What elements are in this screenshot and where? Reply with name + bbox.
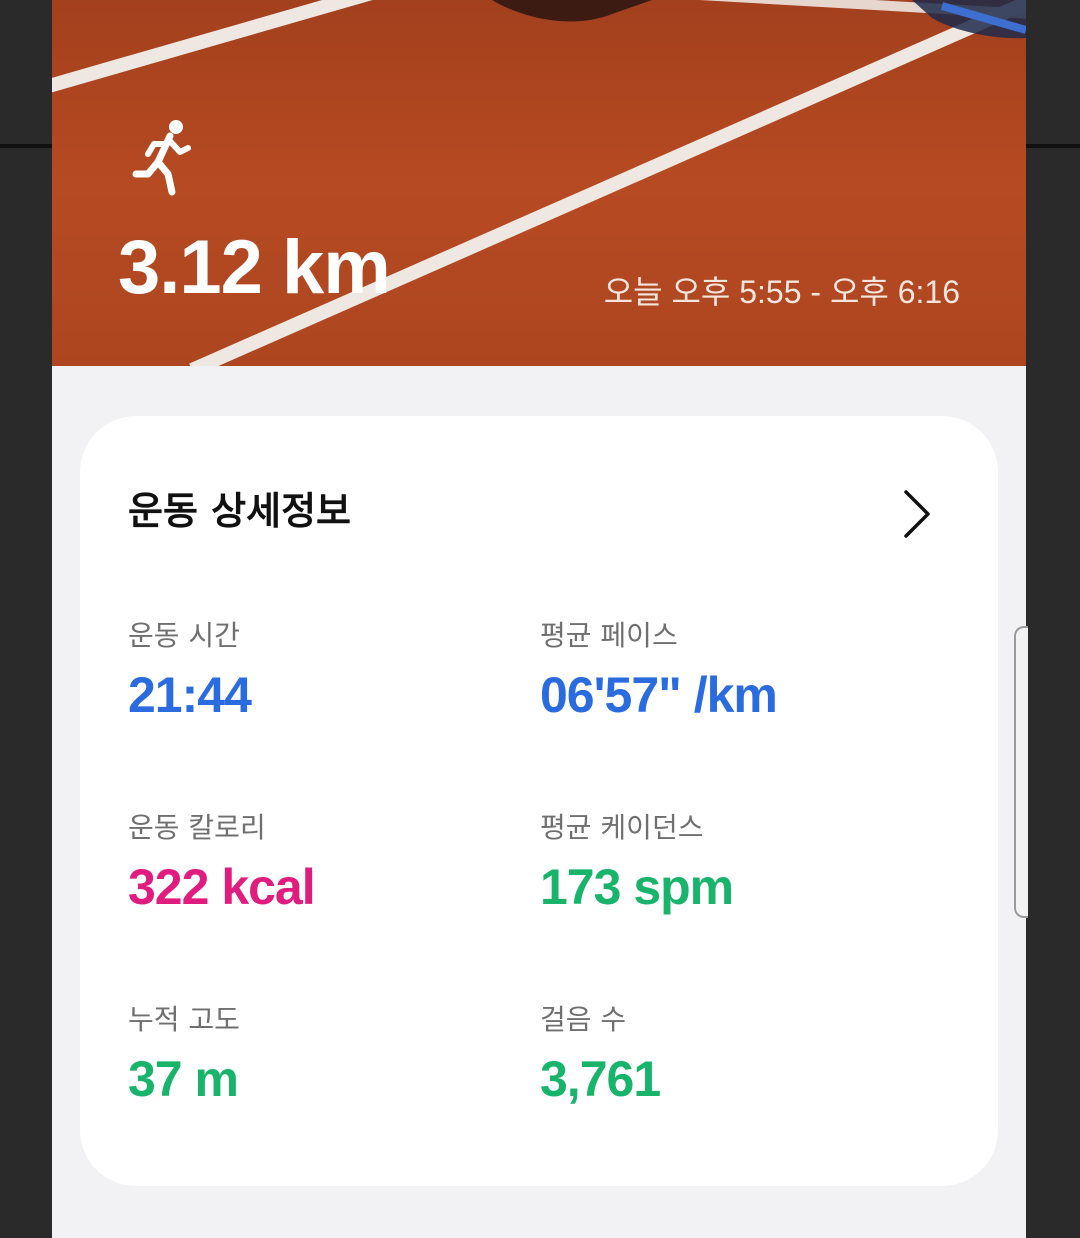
workout-details-card[interactable]: 운동 상세정보 운동 시간 21:44 평균 페이스 06'57" /km 운동… [80, 416, 998, 1186]
right-divider [1026, 144, 1080, 148]
distance-value: 3.12 km [118, 225, 391, 310]
stat-value: 3,761 [540, 1051, 661, 1107]
stat-label: 걸음 수 [540, 1003, 627, 1036]
left-divider [0, 144, 52, 148]
track-background-image [52, 0, 1026, 366]
stat-value: 173 spm [540, 859, 734, 915]
card-title: 운동 상세정보 [128, 489, 351, 533]
workout-screen: 3.12 km 오늘 오후 5:55 - 오후 6:16 운동 상세정보 운동 … [52, 0, 1026, 1238]
stat-calories: 운동 칼로리 322 kcal [128, 811, 528, 915]
running-person-icon [132, 120, 191, 196]
stat-duration: 운동 시간 21:44 [128, 619, 528, 723]
stat-value: 322 kcal [128, 859, 316, 915]
stat-label: 운동 시간 [128, 619, 240, 652]
stat-value: 37 m [128, 1051, 239, 1107]
stat-elevation-gain: 누적 고도 37 m [128, 1003, 528, 1107]
stat-label: 누적 고도 [128, 1003, 240, 1036]
stat-label: 평균 페이스 [540, 619, 678, 652]
stat-label: 운동 칼로리 [128, 811, 266, 844]
stat-value: 06'57" /km [540, 667, 778, 723]
stat-steps: 걸음 수 3,761 [540, 1003, 940, 1107]
edge-panel-handle[interactable] [1014, 626, 1028, 918]
right-bezel [1026, 0, 1080, 1238]
hero-banner: 3.12 km 오늘 오후 5:55 - 오후 6:16 [52, 0, 1026, 366]
stat-label: 평균 케이던스 [540, 811, 704, 844]
left-bezel [0, 0, 52, 1238]
stat-avg-pace: 평균 페이스 06'57" /km [540, 619, 940, 723]
stat-avg-cadence: 평균 케이던스 173 spm [540, 811, 940, 915]
chevron-right-icon[interactable] [898, 486, 934, 542]
workout-time-range: 오늘 오후 5:55 - 오후 6:16 [603, 274, 960, 310]
stat-value: 21:44 [128, 667, 252, 723]
